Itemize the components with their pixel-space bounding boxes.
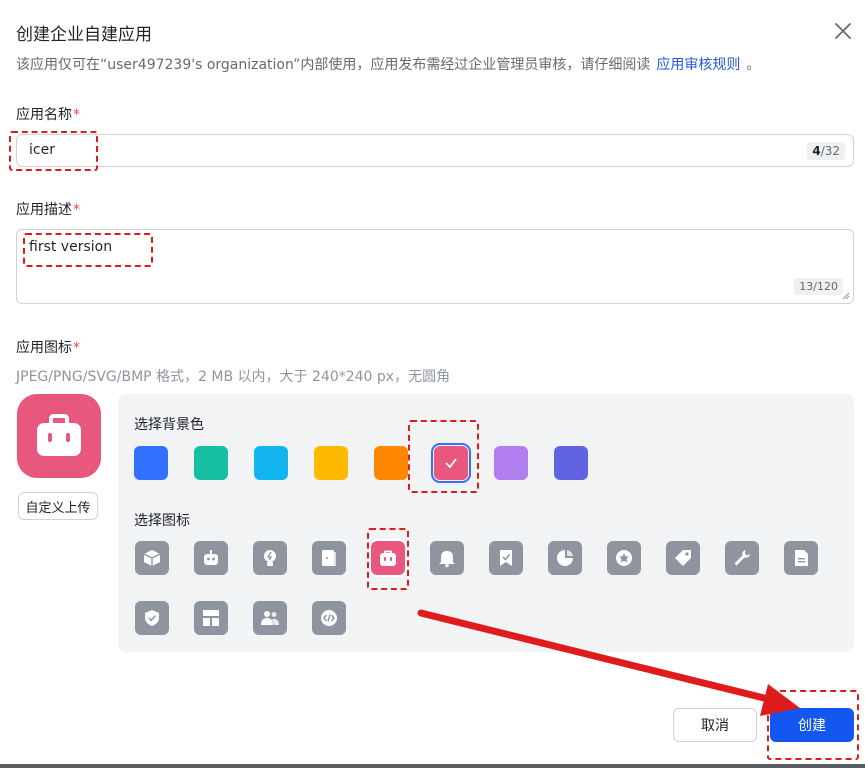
custom-upload-button[interactable]: 自定义上传	[18, 492, 98, 520]
icon-option[interactable]	[548, 541, 582, 575]
door-icon	[322, 550, 336, 566]
app-desc-value: first version	[29, 239, 113, 255]
app-desc-char-counter: 13/120	[794, 278, 843, 295]
icon-option[interactable]	[253, 541, 287, 575]
color-swatch[interactable]	[554, 446, 588, 480]
pie-chart-icon	[557, 550, 573, 566]
close-icon[interactable]	[832, 20, 854, 42]
icon-option[interactable]	[369, 539, 407, 577]
cancel-button[interactable]: 取消	[673, 708, 757, 742]
icon-picker-panel: 选择背景色 选择图标	[118, 394, 854, 652]
bulb-icon	[264, 550, 276, 566]
icon-option[interactable]	[430, 541, 464, 575]
required-mark: *	[73, 107, 80, 123]
icon-option[interactable]	[194, 601, 228, 635]
bell-icon	[439, 551, 455, 568]
app-desc-count-max: /120	[813, 280, 838, 293]
icon-option[interactable]	[135, 601, 169, 635]
resize-handle-icon[interactable]	[842, 292, 850, 300]
app-name-input[interactable]: icer 4/32	[16, 134, 854, 167]
star-badge-icon	[616, 550, 632, 566]
create-app-dialog: 创建企业自建应用 该应用仅可在“user497239's organizatio…	[0, 0, 865, 768]
color-swatch[interactable]	[314, 446, 348, 480]
app-icon-preview	[17, 394, 101, 478]
required-mark: *	[73, 202, 80, 218]
users-icon	[261, 611, 279, 625]
icon-select-label: 选择图标	[134, 513, 190, 529]
app-desc-count-current: 13	[799, 280, 814, 293]
color-swatch[interactable]	[374, 446, 408, 480]
dialog-title: 创建企业自建应用	[16, 25, 152, 45]
icon-option[interactable]	[489, 541, 523, 575]
app-desc-label-text: 应用描述	[16, 202, 72, 218]
icon-option[interactable]	[253, 601, 287, 635]
icon-option[interactable]	[607, 541, 641, 575]
subtitle-end: 。	[746, 57, 761, 73]
app-name-count-current: 4	[812, 144, 821, 158]
app-icon-hint: JPEG/PNG/SVG/BMP 格式，2 MB 以内，大于 240*240 p…	[16, 369, 451, 385]
color-swatch[interactable]	[194, 446, 228, 480]
icon-option[interactable]	[725, 541, 759, 575]
app-name-label: 应用名称*	[16, 104, 80, 124]
create-button[interactable]: 创建	[770, 708, 854, 742]
robot-icon	[204, 550, 218, 565]
shield-check-icon	[145, 610, 159, 626]
briefcase-icon	[37, 414, 81, 456]
icon-option[interactable]	[312, 601, 346, 635]
icon-option[interactable]	[135, 541, 169, 575]
review-rules-link[interactable]: 应用审核规则	[656, 57, 740, 73]
subtitle-text: 该应用仅可在“user497239's organization”内部使用，应用…	[16, 57, 651, 73]
tag-icon	[675, 550, 691, 566]
app-name-label-text: 应用名称	[16, 107, 72, 123]
icon-option[interactable]	[666, 541, 700, 575]
dialog-subtitle: 该应用仅可在“user497239's organization”内部使用，应用…	[16, 54, 760, 74]
required-mark: *	[73, 340, 80, 356]
bookmark-check-icon	[500, 550, 512, 566]
color-swatch[interactable]	[494, 446, 528, 480]
app-icon-label: 应用图标*	[16, 337, 80, 357]
cube-icon	[143, 550, 161, 566]
briefcase-icon	[380, 550, 396, 566]
bg-color-label: 选择背景色	[134, 417, 204, 433]
window-bottom-border	[0, 764, 865, 768]
layout-icon	[203, 610, 219, 626]
code-icon	[321, 610, 337, 626]
wrench-icon	[734, 550, 750, 566]
app-icon-label-text: 应用图标	[16, 340, 72, 356]
check-icon	[445, 458, 457, 469]
app-desc-textarea[interactable]: first version 13/120	[16, 229, 854, 304]
document-icon	[795, 550, 808, 566]
app-name-count-max: /32	[820, 144, 840, 158]
app-name-char-counter: 4/32	[807, 142, 845, 160]
icon-option[interactable]	[784, 541, 818, 575]
app-desc-label: 应用描述*	[16, 199, 80, 219]
color-swatch[interactable]	[254, 446, 288, 480]
app-name-value: icer	[29, 142, 55, 158]
color-swatch[interactable]	[134, 446, 168, 480]
icon-option[interactable]	[312, 541, 346, 575]
icon-option[interactable]	[194, 541, 228, 575]
color-swatch[interactable]	[431, 443, 471, 483]
